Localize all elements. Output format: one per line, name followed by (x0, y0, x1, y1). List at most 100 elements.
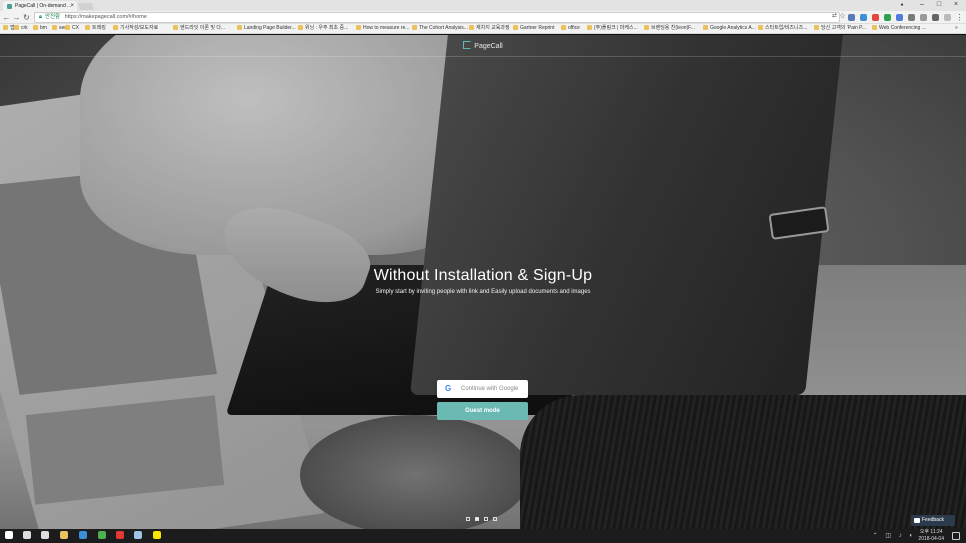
bookmark-icon (113, 25, 118, 30)
file-explorer-icon-glyph (60, 531, 68, 539)
carousel-dot[interactable] (475, 517, 479, 521)
clock-time: 오후 11:24 (919, 529, 943, 535)
browser-tab[interactable]: PageCall | On-demand ... × (3, 1, 77, 11)
bookmark-item[interactable]: 앱 (3, 24, 15, 33)
extension-icon[interactable] (872, 14, 879, 21)
bookmark-star-icon[interactable]: ☆ (838, 11, 847, 22)
extension-icon[interactable] (932, 14, 939, 21)
bookmark-icon (173, 25, 178, 30)
extension-icon[interactable] (908, 14, 915, 21)
hero-headline: Without Installation & Sign-Up (373, 267, 593, 284)
search-icon[interactable] (18, 529, 36, 543)
extension-icon[interactable] (860, 14, 867, 21)
reload-icon[interactable]: ↻ (22, 12, 31, 23)
bookmark-item[interactable]: How to measure re... (356, 24, 409, 33)
bookmark-item[interactable]: 엔드라잇 이론 및 다... (173, 24, 225, 33)
bookmark-item[interactable]: Google Analytics A... (703, 24, 756, 33)
extension-icon[interactable] (884, 14, 891, 21)
feedback-button[interactable]: Feedback (911, 515, 955, 526)
bookmark-icon (85, 25, 90, 30)
address-toolbar: ← → ↻ 🔒︎ 안전함 https://makepagecall.com/#/h… (0, 11, 966, 24)
chrome-icon-glyph (98, 531, 106, 539)
bookmark-label: 스타트업/비즈니즈... (765, 25, 808, 31)
bookmark-label: CX (72, 25, 79, 31)
bookmarks-overflow-icon[interactable]: » (955, 24, 958, 33)
windows-start-icon-glyph (5, 531, 13, 539)
action-center-icon[interactable] (952, 532, 960, 540)
tab-close-icon[interactable]: × (70, 1, 74, 11)
bookmark-item[interactable]: office (561, 24, 580, 33)
system-tray-icons[interactable]: ⌃ ◫ ♪ ◐ (873, 529, 916, 543)
extension-icon[interactable] (896, 14, 903, 21)
opera-icon-glyph (116, 531, 124, 539)
task-view-icon[interactable] (36, 529, 54, 543)
bookmark-item[interactable]: 트래킹 (85, 24, 106, 33)
forward-arrow-icon[interactable]: → (12, 12, 21, 23)
kakaotalk-icon[interactable] (148, 529, 166, 543)
bookmark-label: Google Analytics A... (710, 25, 756, 31)
windows-start-icon[interactable] (0, 529, 18, 543)
close-window-button[interactable]: × (949, 0, 963, 10)
extension-icon[interactable] (920, 14, 927, 21)
bookmark-label: 재치지 교육과정 (476, 25, 510, 31)
back-arrow-icon[interactable]: ← (2, 12, 11, 23)
bookmarks-bar: 앱 crk bm seo CX 트래킹 기사작성/보도자료 엔드라잇 이론 및 다... Lan… (0, 24, 966, 34)
bookmark-label: 브랜딩용 친(leon)F... (651, 25, 695, 31)
bookmark-item[interactable]: 재치지 교육과정 (469, 24, 510, 33)
carousel-dot[interactable] (466, 517, 470, 521)
continue-with-google-button[interactable]: G Continue with Google (437, 380, 528, 398)
bookmark-item[interactable]: The Cohort Analysis... (412, 24, 468, 33)
bookmark-icon (52, 25, 57, 30)
app-icon[interactable] (129, 529, 147, 543)
bookmark-label: 기사작성/보도자료 (120, 25, 159, 31)
bookmark-item[interactable]: Gartner Reprint (513, 24, 554, 33)
chrome-menu-icon[interactable]: ⋮ (955, 12, 964, 23)
pagecall-favicon-icon (7, 4, 12, 9)
header-divider (0, 56, 966, 57)
chrome-icon[interactable] (93, 529, 111, 543)
maximize-button[interactable]: □ (932, 0, 946, 10)
kakaotalk-icon-glyph (153, 531, 161, 539)
bookmark-item[interactable]: 브랜딩용 친(leon)F... (644, 24, 695, 33)
bookmark-icon (587, 25, 592, 30)
pagecall-logo-icon (463, 41, 472, 49)
bookmark-label: 위닝 : 우주 최초 중... (305, 25, 349, 31)
bookmark-label: How to measure re... (363, 25, 410, 31)
file-explorer-icon[interactable] (55, 529, 73, 543)
carousel-dot[interactable] (484, 517, 488, 521)
bookmark-item[interactable]: CX (65, 24, 79, 33)
user-profile-icon[interactable]: ● (895, 0, 909, 10)
bookmark-icon (758, 25, 763, 30)
tab-title: PageCall | On-demand ... (15, 3, 72, 9)
bookmark-label: 엔드라잇 이론 및 다... (180, 25, 226, 31)
brand-header[interactable]: PageCall (0, 41, 966, 52)
bookmark-icon (33, 25, 38, 30)
opera-icon[interactable] (111, 529, 129, 543)
guest-mode-button[interactable]: Guest mode (437, 402, 528, 420)
bookmark-icon (14, 25, 19, 30)
edge-icon-glyph (79, 531, 87, 539)
edge-icon[interactable] (74, 529, 92, 543)
bookmark-label: The Cohort Analysis... (419, 25, 468, 31)
bookmark-item[interactable]: Web Conferencing ... (872, 24, 926, 33)
bookmark-item[interactable]: 당신 고객의 'Pain P... (814, 24, 866, 33)
address-bar[interactable]: 🔒︎ 안전함 https://makepagecall.com/#/home (34, 12, 840, 23)
bookmark-item[interactable]: 기사작성/보도자료 (113, 24, 158, 33)
bookmark-item[interactable]: 위닝 : 우주 최초 중... (298, 24, 348, 33)
carousel-dot[interactable] (493, 517, 497, 521)
bookmark-item[interactable]: 스타트업/비즈니즈... (758, 24, 807, 33)
extension-icon[interactable] (944, 14, 951, 21)
bookmark-icon (703, 25, 708, 30)
bookmark-label: crk (21, 25, 28, 31)
bookmark-label: Gartner Reprint (520, 25, 555, 31)
extension-icon[interactable] (848, 14, 855, 21)
bookmark-item[interactable]: crk (14, 24, 28, 33)
new-tab-button[interactable] (77, 3, 95, 10)
minimize-button[interactable]: – (915, 0, 929, 10)
bookmark-item[interactable]: bm (33, 24, 47, 33)
windows-taskbar: ⌃ ◫ ♪ ◐ 오후 11:24 2018-04-04 (0, 529, 966, 543)
bookmark-item[interactable]: (주)플링크 | 마케스... (587, 24, 638, 33)
bookmark-item[interactable]: Landing Page Builder... (237, 24, 296, 33)
app-icon-glyph (134, 531, 142, 539)
clock[interactable]: 오후 11:24 2018-04-04 (918, 529, 944, 543)
